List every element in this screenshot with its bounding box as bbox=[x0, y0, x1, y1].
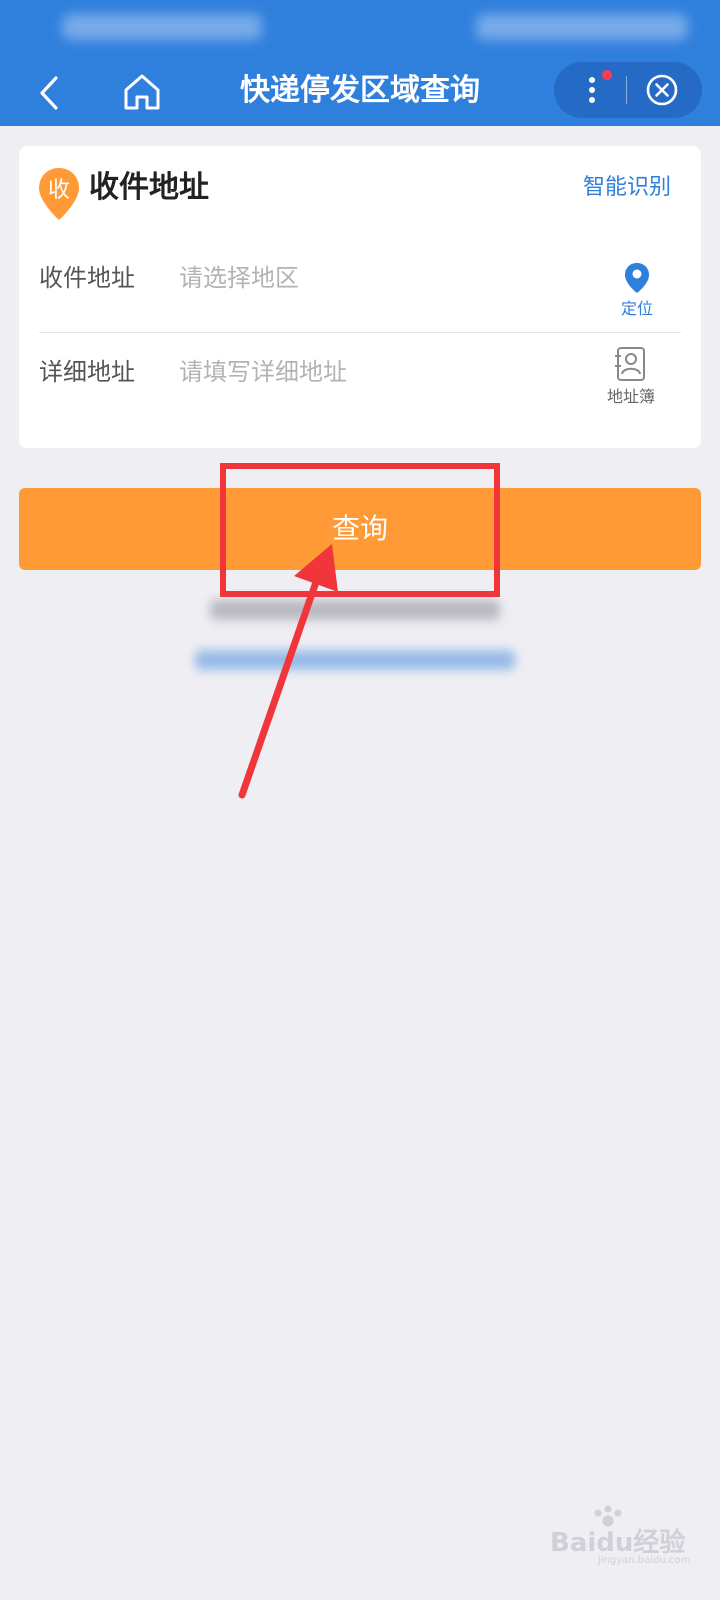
address-book-icon bbox=[615, 347, 645, 381]
detail-label: 详细地址 bbox=[39, 358, 135, 386]
location-pin-icon bbox=[625, 263, 649, 293]
locate-button[interactable]: 定位 bbox=[597, 262, 677, 320]
address-input[interactable] bbox=[179, 260, 579, 296]
baidu-jingyan-watermark: Baidu经验 jingyan.baidu.com bbox=[550, 1505, 690, 1565]
mini-program-capsule bbox=[554, 62, 702, 118]
locate-label: 定位 bbox=[620, 299, 653, 318]
annotation-arrow bbox=[238, 544, 338, 799]
badge-char: 收 bbox=[48, 178, 70, 203]
capsule-divider bbox=[626, 76, 627, 104]
address-book-button[interactable]: 地址簿 bbox=[591, 346, 671, 408]
close-button[interactable] bbox=[644, 72, 680, 108]
close-circle-icon bbox=[646, 74, 678, 106]
status-bar bbox=[0, 0, 720, 60]
status-right-blurred bbox=[476, 14, 688, 40]
detail-input[interactable] bbox=[179, 354, 579, 390]
notification-dot bbox=[602, 70, 612, 80]
address-label: 收件地址 bbox=[39, 264, 135, 292]
smart-recognize-link[interactable]: 智能识别 bbox=[583, 172, 671, 204]
status-left-blurred bbox=[62, 14, 262, 40]
watermark-url: jingyan.baidu.com bbox=[597, 1555, 690, 1565]
address-card: 收 收件地址 智能识别 收件地址 定位 详细地址 地址簿 bbox=[19, 146, 701, 448]
nav-bar: 快递停发区域查询 bbox=[0, 60, 720, 126]
receive-pin-icon: 收 bbox=[39, 168, 79, 220]
section-title: 收件地址 bbox=[89, 170, 209, 205]
row-divider bbox=[39, 332, 681, 333]
address-book-label: 地址簿 bbox=[606, 387, 655, 406]
watermark-brand: Baidu经验 bbox=[550, 1527, 685, 1558]
